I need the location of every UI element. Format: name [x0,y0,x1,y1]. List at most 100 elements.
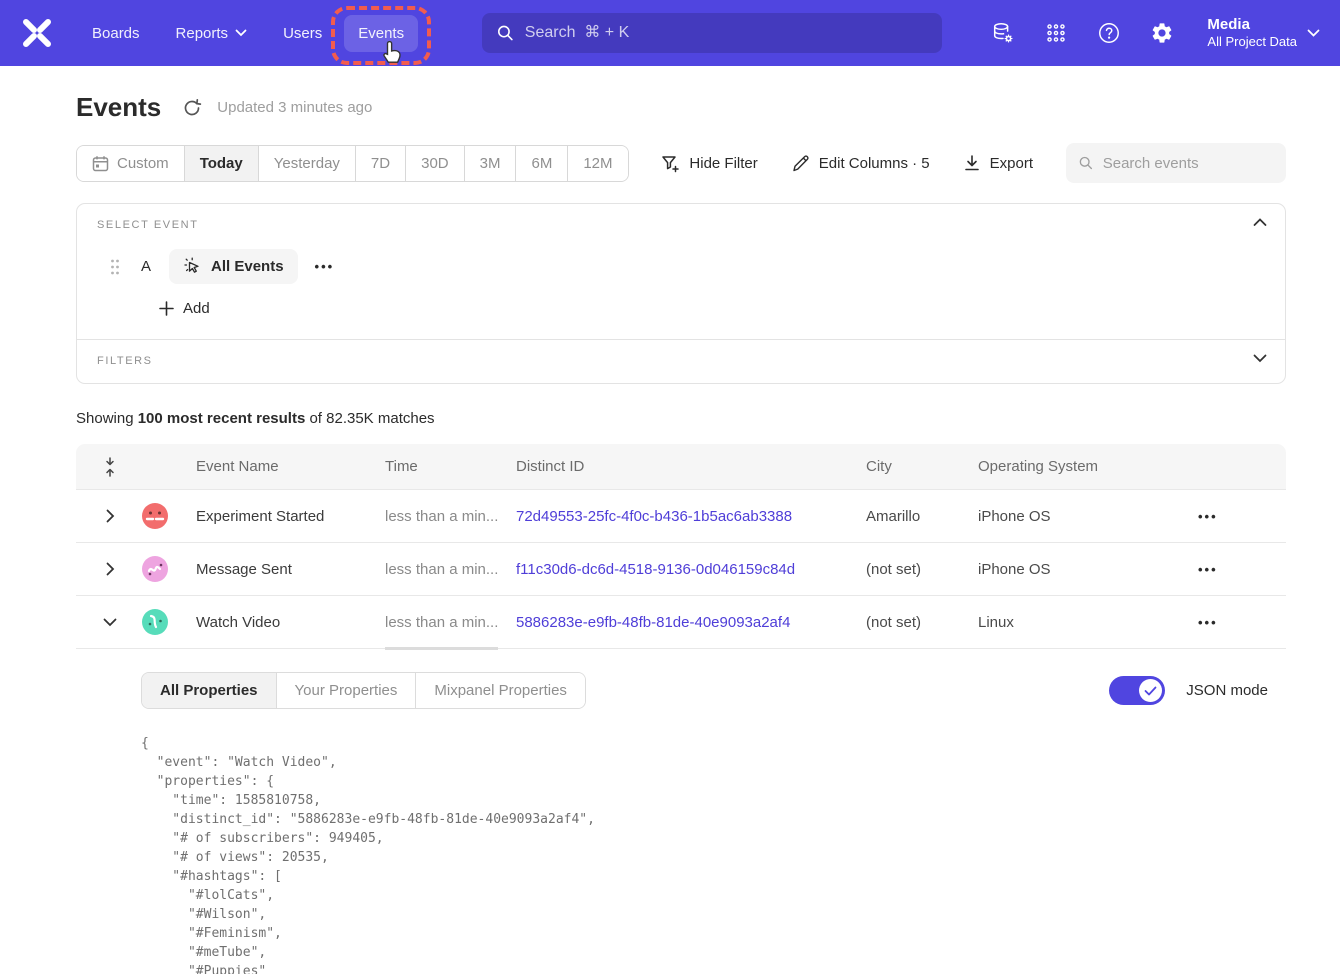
event-time: less than a min... [385,614,516,631]
events-table: Event Name Time Distinct ID City Operati… [76,444,1286,974]
event-json-view: { "event": "Watch Video", "properties": … [141,734,1268,974]
results-prefix: Showing [76,410,138,427]
distinct-id-link[interactable]: f11c30d6-dc6d-4518-9136-0d046159c84d [516,561,866,578]
project-switcher[interactable]: Media All Project Data [1207,16,1320,51]
top-navbar: Boards Reports Users Events [0,0,1340,66]
global-search-input[interactable] [525,24,928,42]
chevron-down-icon[interactable] [1253,354,1267,363]
json-mode-toggle[interactable] [1109,676,1165,705]
event-query-row: A All Events ••• [97,249,1265,284]
date-range-today[interactable]: Today [184,146,258,181]
select-event-label: SELECT EVENT [97,219,1265,231]
nav-links: Boards Reports Users Events [78,15,448,52]
distinct-id-link[interactable]: 72d49553-25fc-4f0c-b436-1b5ac6ab3388 [516,508,866,525]
date-range-7d[interactable]: 7D [355,146,405,181]
results-summary: Showing 100 most recent results of 82.35… [76,410,1286,427]
hide-filter-label: Hide Filter [689,155,757,172]
event-name: Experiment Started [196,508,385,525]
edit-columns-label: Edit Columns · 5 [819,155,930,172]
date-range-label: Custom [117,155,169,172]
date-range-label: 12M [583,155,612,172]
date-range-label: 30D [421,155,449,172]
detail-panel-toolbar: All Properties Your Properties Mixpanel … [141,672,1268,709]
tab-your-properties[interactable]: Your Properties [276,673,416,708]
collapse-row-button[interactable] [100,618,120,627]
search-icon [1078,154,1094,172]
help-icon[interactable] [1097,21,1121,45]
nav-item-label: Reports [176,25,229,42]
drag-handle-icon[interactable] [109,258,121,276]
tab-all-properties[interactable]: All Properties [142,673,276,708]
apps-grid-icon[interactable] [1044,21,1068,45]
date-range-picker: Custom Today Yesterday 7D 30D 3M 6M 12M [76,145,629,182]
expand-row-button[interactable] [100,509,120,523]
date-range-label: Yesterday [274,155,340,172]
row-actions-menu[interactable]: ••• [1198,509,1238,524]
distinct-id-link[interactable]: 5886283e-e9fb-48fb-81de-40e9093a2af4 [516,614,866,631]
search-icon [496,23,515,43]
toggle-knob [1139,679,1162,702]
date-range-12m[interactable]: 12M [567,146,627,181]
collapse-all-icon [103,457,117,477]
calendar-icon [92,155,109,172]
event-selector[interactable]: All Events [169,249,298,284]
results-suffix: of 82.35K matches [305,410,434,427]
row-actions-menu[interactable]: ••• [1198,615,1238,630]
hide-filter-button[interactable]: Hide Filter [661,154,757,173]
date-range-30d[interactable]: 30D [405,146,464,181]
event-row-menu[interactable]: ••• [315,259,335,274]
pencil-icon [791,154,810,173]
column-header-distinct-id: Distinct ID [516,458,866,475]
table-row[interactable]: Message Sent less than a min... f11c30d6… [76,543,1286,596]
add-event-button[interactable]: Add [159,300,210,317]
expand-row-button[interactable] [100,562,120,576]
collapse-all-button[interactable] [100,457,120,477]
date-range-label: 3M [480,155,501,172]
table-row[interactable]: Experiment Started less than a min... 72… [76,490,1286,543]
date-range-custom[interactable]: Custom [77,146,184,181]
event-city: (not set) [866,614,978,631]
project-subtitle: All Project Data [1207,34,1297,50]
event-avatar [141,502,169,530]
date-range-label: 7D [371,155,390,172]
table-row[interactable]: Watch Video less than a min... 5886283e-… [76,596,1286,649]
chevron-right-icon [106,562,115,576]
events-search-input[interactable] [1103,155,1274,172]
nav-item-reports[interactable]: Reports [162,15,262,52]
chevron-down-icon [1307,29,1320,38]
date-range-label: Today [200,155,243,172]
settings-gear-icon[interactable] [1150,21,1174,45]
event-city: (not set) [866,561,978,578]
edit-columns-button[interactable]: Edit Columns · 5 [791,154,930,173]
date-range-6m[interactable]: 6M [515,146,567,181]
project-name: Media [1207,16,1297,35]
select-event-section: SELECT EVENT A [77,204,1285,339]
nav-item-boards[interactable]: Boards [78,15,154,52]
export-label: Export [990,155,1033,172]
page-header: Events Updated 3 minutes ago [76,92,1286,123]
mixpanel-logo[interactable] [20,16,54,50]
refresh-icon[interactable] [182,98,202,118]
date-range-yesterday[interactable]: Yesterday [258,146,355,181]
event-os: iPhone OS [978,561,1198,578]
properties-tabs: All Properties Your Properties Mixpanel … [141,672,586,709]
nav-item-events-wrap: Events [344,15,418,52]
page-title: Events [76,92,161,123]
funnel-plus-icon [661,154,680,173]
global-search[interactable] [482,13,942,53]
data-management-icon[interactable] [991,21,1015,45]
tab-mixpanel-properties[interactable]: Mixpanel Properties [415,673,585,708]
add-event-label: Add [183,300,210,317]
chevron-down-icon [235,29,247,37]
filters-section: FILTERS [77,339,1285,383]
chevron-up-icon[interactable] [1253,218,1267,227]
sparkle-cursor-icon [183,257,202,276]
json-mode-control: JSON mode [1109,676,1268,705]
table-header: Event Name Time Distinct ID City Operati… [76,444,1286,490]
date-range-3m[interactable]: 3M [464,146,516,181]
nav-item-users[interactable]: Users [269,15,336,52]
row-actions-menu[interactable]: ••• [1198,562,1238,577]
events-search[interactable] [1066,143,1286,183]
chevron-down-icon [103,618,117,627]
export-button[interactable]: Export [963,154,1033,172]
